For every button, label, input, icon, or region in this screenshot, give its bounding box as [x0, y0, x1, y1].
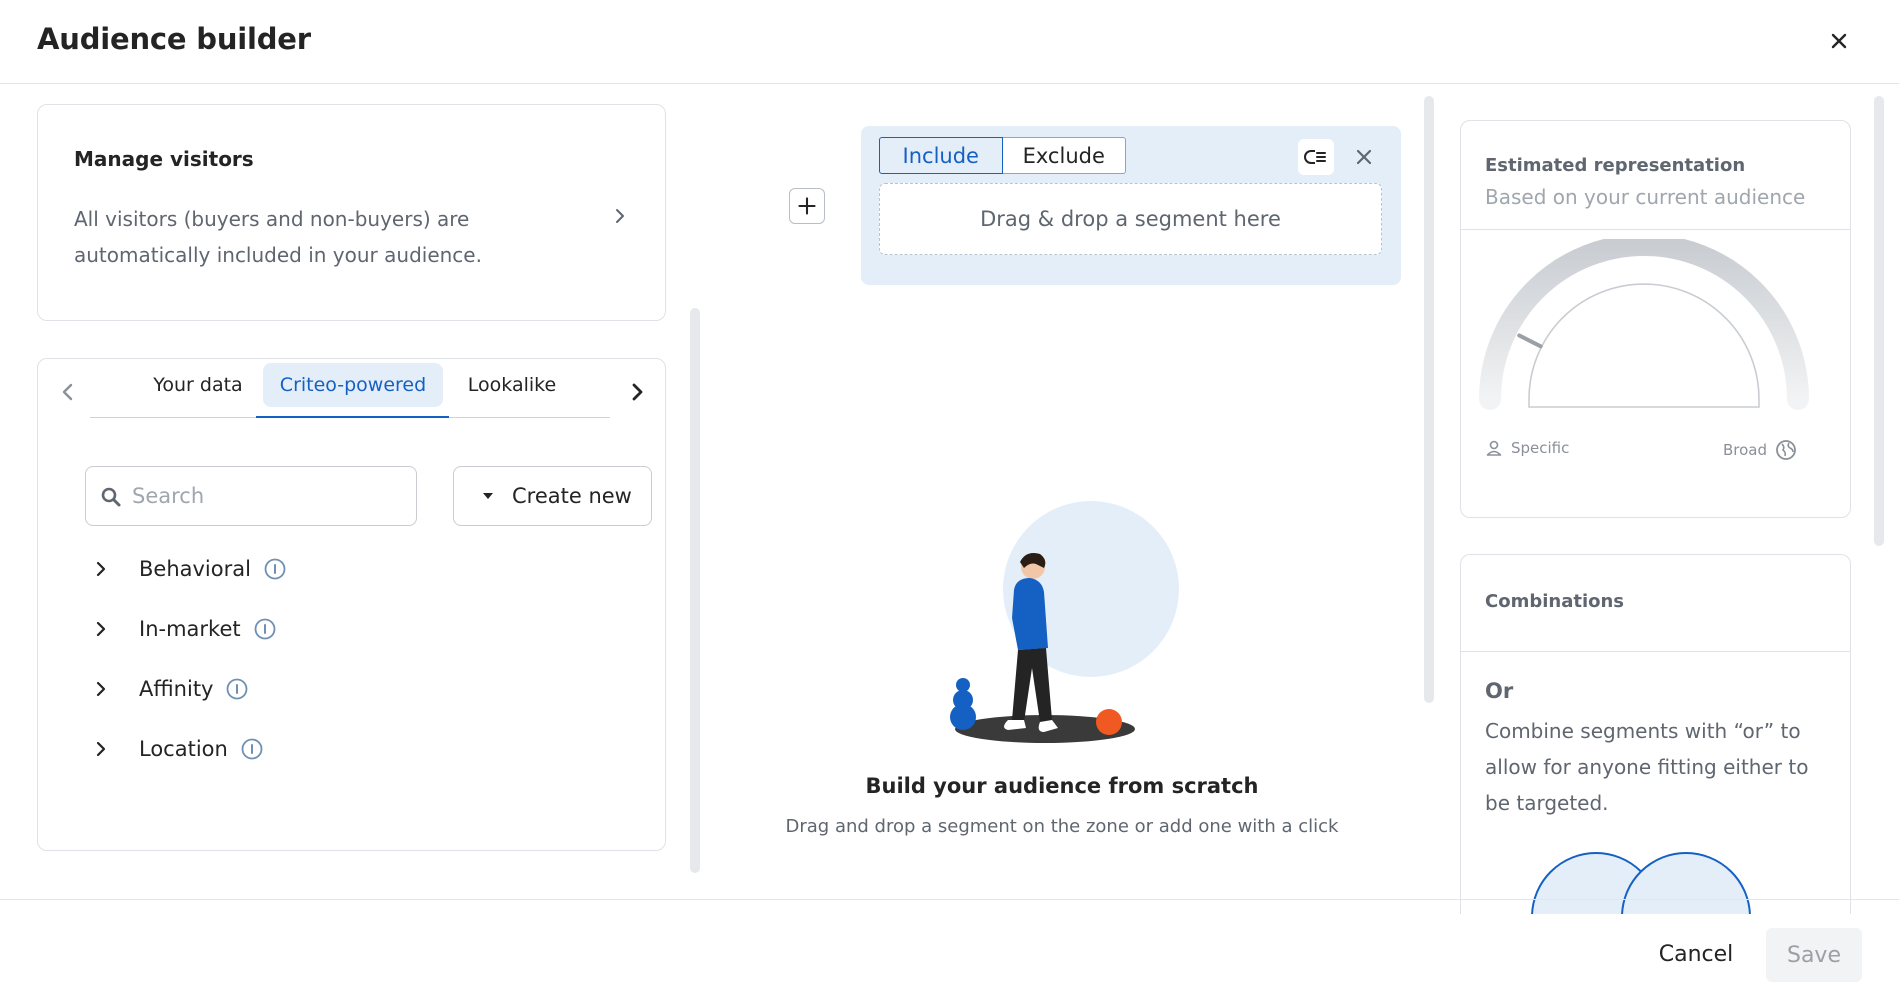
middle-scrollbar[interactable] [1424, 96, 1434, 703]
manage-visitors-title: Manage visitors [74, 147, 254, 171]
dialog-footer: Cancel Save [0, 899, 1899, 1008]
estimate-title: Estimated representation [1485, 155, 1746, 176]
broad-text: Broad [1723, 441, 1768, 459]
chevron-right-icon[interactable] [85, 614, 115, 644]
combinations-card: Combinations Or Combine segments with “o… [1460, 554, 1851, 914]
info-icon[interactable] [253, 617, 277, 641]
segment-picker-card: Your data Criteo-powered Lookalike Creat… [37, 358, 666, 851]
category-label: In-market [139, 617, 241, 641]
specific-text: Specific [1511, 439, 1570, 457]
tab-lookalike[interactable]: Lookalike [452, 363, 572, 407]
empty-state-title: Build your audience from scratch [865, 774, 1259, 798]
estimate-subtitle: Based on your current audience [1485, 185, 1806, 209]
person-icon [1486, 440, 1502, 456]
tab-criteo-powered[interactable]: Criteo-powered [263, 363, 443, 407]
left-scrollbar[interactable] [690, 308, 700, 873]
search-icon [101, 487, 121, 507]
category-label: Affinity [139, 677, 214, 701]
right-scrollbar[interactable] [1874, 96, 1884, 546]
specific-label: Specific [1485, 439, 1569, 457]
category-location[interactable]: Location [85, 729, 264, 769]
chevron-right-icon[interactable] [622, 377, 652, 407]
globe-icon [1776, 440, 1796, 460]
category-in-market[interactable]: In-market [85, 609, 277, 649]
exclude-toggle[interactable]: Exclude [1002, 137, 1126, 174]
category-label: Behavioral [139, 557, 251, 581]
category-label: Location [139, 737, 228, 761]
chevron-left-icon[interactable] [53, 377, 83, 407]
cancel-button[interactable]: Cancel [1640, 928, 1752, 980]
manage-visitors-description: All visitors (buyers and non-buyers) are… [74, 207, 482, 267]
chevron-right-icon[interactable] [85, 734, 115, 764]
gauge-needle [1517, 333, 1543, 349]
divider [1461, 229, 1850, 230]
or-description: Combine segments with “or” to allow for … [1485, 719, 1809, 815]
tab-your-data[interactable]: Your data [139, 363, 257, 407]
active-tab-indicator [256, 416, 449, 418]
chevron-right-icon[interactable] [612, 205, 628, 227]
broad-label: Broad [1723, 439, 1805, 461]
chevron-right-icon[interactable] [85, 554, 115, 584]
dialog-title: Audience builder [37, 22, 311, 56]
info-icon[interactable] [225, 677, 249, 701]
representation-gauge [1479, 239, 1809, 410]
empty-state-illustration [950, 501, 1179, 743]
add-group-button[interactable] [789, 188, 825, 224]
include-exclude-toggle: Include Exclude [879, 137, 1126, 174]
info-icon[interactable] [263, 557, 287, 581]
audience-builder-dialog: Audience builder Manage visitors All vis… [0, 0, 1899, 1008]
category-behavioral[interactable]: Behavioral [85, 549, 287, 589]
create-new-button[interactable]: Create new [453, 466, 652, 526]
estimated-representation-card: Estimated representation Based on your c… [1460, 120, 1851, 518]
combinations-title: Combinations [1485, 591, 1625, 612]
caret-down-icon [483, 493, 493, 499]
or-title: Or [1485, 679, 1514, 703]
segment-drop-zone[interactable]: Drag & drop a segment here [879, 183, 1382, 255]
manage-visitors-card[interactable]: Manage visitors All visitors (buyers and… [37, 104, 666, 321]
create-new-label: Create new [512, 484, 632, 508]
empty-state-subtitle: Drag and drop a segment on the zone or a… [785, 816, 1339, 837]
close-icon[interactable] [1346, 139, 1382, 175]
subset-operator-icon[interactable] [1298, 139, 1334, 175]
search-field[interactable] [85, 466, 417, 526]
category-affinity[interactable]: Affinity [85, 669, 249, 709]
include-toggle[interactable]: Include [879, 137, 1003, 174]
segment-group-panel: Include Exclude Drag & drop a segment he… [861, 126, 1401, 285]
chevron-right-icon[interactable] [85, 674, 115, 704]
divider [1461, 651, 1850, 652]
search-input[interactable] [132, 479, 402, 513]
save-button[interactable]: Save [1766, 928, 1862, 982]
close-icon[interactable] [1826, 28, 1852, 54]
info-icon[interactable] [240, 737, 264, 761]
dialog-header: Audience builder [0, 0, 1899, 84]
